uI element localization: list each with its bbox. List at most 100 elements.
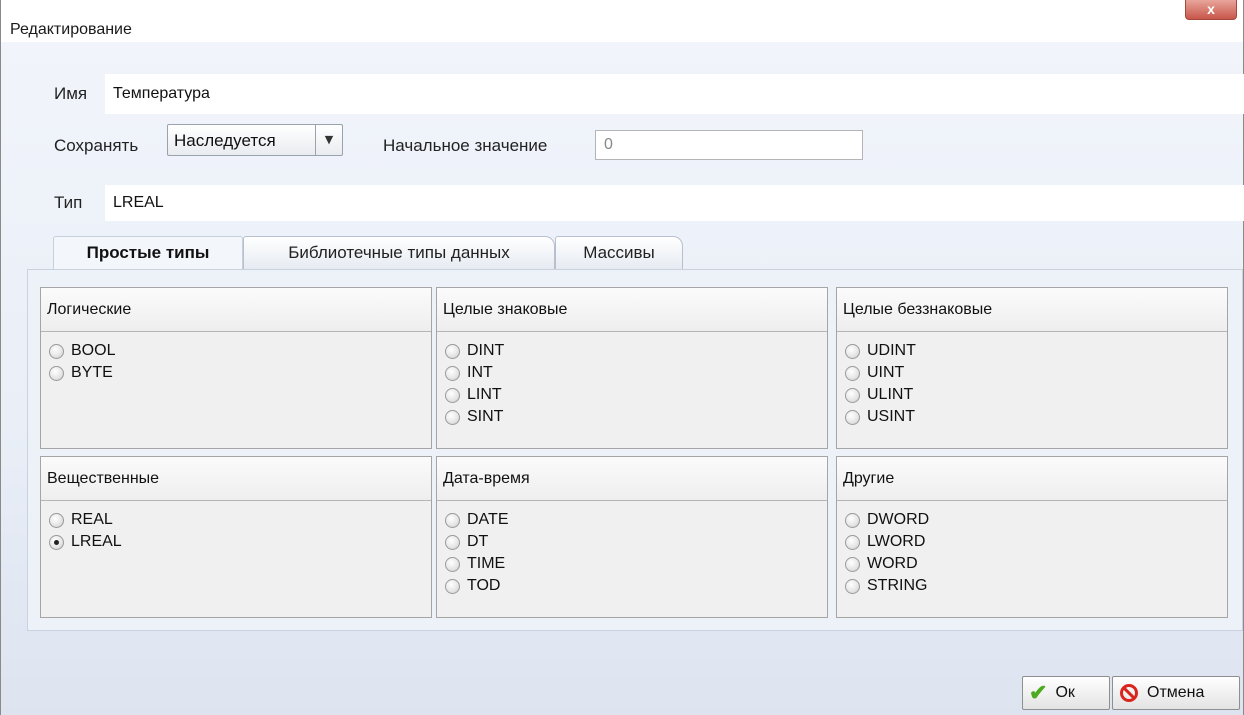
window-title: Редактирование <box>10 21 132 38</box>
type-option-label: LINT <box>467 386 502 403</box>
type-option-label: INT <box>467 364 493 381</box>
initial-value-label: Начальное значение <box>383 136 548 155</box>
type-group: Целые знаковые DINT INT LINT SINT <box>436 287 828 449</box>
type-group: Вещественные REAL LREAL <box>40 456 432 618</box>
checkmark-icon: ✔ <box>1029 680 1048 705</box>
type-group-title: Дата-время <box>437 457 827 501</box>
radio-button[interactable] <box>445 512 460 528</box>
radio-list: DINT INT LINT SINT <box>437 332 827 428</box>
radio-button[interactable] <box>845 512 860 528</box>
type-group: Дата-время DATE DT TIME TOD <box>436 456 828 618</box>
radio-button[interactable] <box>845 365 860 381</box>
type-option[interactable]: DATE <box>445 509 827 531</box>
radio-button[interactable] <box>49 534 64 550</box>
type-option[interactable]: BYTE <box>49 362 431 384</box>
cancel-button[interactable]: Отмена <box>1112 676 1240 710</box>
radio-button[interactable] <box>49 512 64 528</box>
type-option[interactable]: UINT <box>845 362 1227 384</box>
type-option-label: DT <box>467 533 489 550</box>
type-option-label: DINT <box>467 342 505 359</box>
tab-library-types[interactable]: Библиотечные типы данных <box>243 236 555 270</box>
radio-button[interactable] <box>845 534 860 550</box>
radio-button[interactable] <box>49 365 64 381</box>
radio-button[interactable] <box>49 343 64 359</box>
type-option-label: WORD <box>867 555 918 572</box>
type-option-label: DWORD <box>867 511 930 528</box>
close-button[interactable]: x <box>1185 0 1237 20</box>
cancel-button-label: Отмена <box>1147 684 1205 701</box>
initial-value-input[interactable]: 0 <box>595 130 863 160</box>
radio-button[interactable] <box>445 387 460 403</box>
type-group-title: Целые знаковые <box>437 288 827 332</box>
type-option-label: UDINT <box>867 342 916 359</box>
tab-arrays[interactable]: Массивы <box>555 236 683 270</box>
radio-button[interactable] <box>445 578 460 594</box>
type-option[interactable]: TOD <box>445 575 827 597</box>
type-option-label: LWORD <box>867 533 926 550</box>
type-option-label: UINT <box>867 364 905 381</box>
radio-list: UDINT UINT ULINT USINT <box>837 332 1227 428</box>
ok-button-label: Ок <box>1055 684 1075 701</box>
radio-button[interactable] <box>845 387 860 403</box>
type-option[interactable]: LREAL <box>49 531 431 553</box>
save-select[interactable]: Наследуется ▼ <box>167 124 343 156</box>
radio-list: DWORD LWORD WORD STRING <box>837 501 1227 597</box>
radio-button[interactable] <box>845 556 860 572</box>
type-label: Тип <box>54 193 83 212</box>
type-option-label: REAL <box>71 511 113 528</box>
type-option-label: LREAL <box>71 533 122 550</box>
save-select-value: Наследуется <box>174 131 276 150</box>
type-option-label: BOOL <box>71 342 116 359</box>
save-label: Сохранять <box>54 136 139 155</box>
title-bar: Редактирование x <box>1 0 1243 42</box>
type-option[interactable]: TIME <box>445 553 827 575</box>
radio-list: REAL LREAL <box>41 501 431 553</box>
radio-list: DATE DT TIME TOD <box>437 501 827 597</box>
tab-simple-types[interactable]: Простые типы <box>53 236 243 270</box>
radio-button[interactable] <box>445 365 460 381</box>
type-option[interactable]: LWORD <box>845 531 1227 553</box>
type-option[interactable]: DWORD <box>845 509 1227 531</box>
tab-panel-simple-types: Логические BOOL BYTE Целые знаковые DINT INT L… <box>27 269 1243 631</box>
radio-button[interactable] <box>445 343 460 359</box>
type-group: Логические BOOL BYTE <box>40 287 432 449</box>
radio-button[interactable] <box>845 343 860 359</box>
type-option-label: TIME <box>467 555 506 572</box>
type-option-label: USINT <box>867 408 915 425</box>
edit-dialog: Редактирование x Имя Температура Сохраня… <box>0 0 1244 715</box>
name-input[interactable]: Температура <box>105 74 1244 114</box>
type-option[interactable]: ULINT <box>845 384 1227 406</box>
radio-button[interactable] <box>845 578 860 594</box>
type-group-title: Другие <box>837 457 1227 501</box>
radio-button[interactable] <box>445 556 460 572</box>
type-option[interactable]: WORD <box>845 553 1227 575</box>
type-input[interactable]: LREAL <box>105 185 1244 221</box>
type-option-label: SINT <box>467 408 504 425</box>
chevron-down-icon[interactable]: ▼ <box>315 125 342 155</box>
type-option[interactable]: DINT <box>445 340 827 362</box>
type-option-label: ULINT <box>867 386 914 403</box>
type-option[interactable]: BOOL <box>49 340 431 362</box>
type-option[interactable]: USINT <box>845 406 1227 428</box>
type-option[interactable]: DT <box>445 531 827 553</box>
type-group-title: Логические <box>41 288 431 332</box>
radio-list: BOOL BYTE <box>41 332 431 384</box>
type-option[interactable]: INT <box>445 362 827 384</box>
type-option[interactable]: SINT <box>445 406 827 428</box>
type-option[interactable]: LINT <box>445 384 827 406</box>
ok-button[interactable]: ✔ Ок <box>1022 676 1110 710</box>
radio-button[interactable] <box>445 409 460 425</box>
radio-button[interactable] <box>445 534 460 550</box>
type-option-label: TOD <box>467 577 501 594</box>
type-option-label: STRING <box>867 577 928 594</box>
type-group: Целые беззнаковые UDINT UINT ULINT USINT <box>836 287 1228 449</box>
cancel-icon <box>1120 684 1138 702</box>
type-option[interactable]: UDINT <box>845 340 1227 362</box>
radio-button[interactable] <box>845 409 860 425</box>
type-option[interactable]: REAL <box>49 509 431 531</box>
type-group-title: Целые беззнаковые <box>837 288 1227 332</box>
name-label: Имя <box>54 84 88 103</box>
type-option-label: DATE <box>467 511 509 528</box>
type-option[interactable]: STRING <box>845 575 1227 597</box>
type-option-label: BYTE <box>71 364 113 381</box>
